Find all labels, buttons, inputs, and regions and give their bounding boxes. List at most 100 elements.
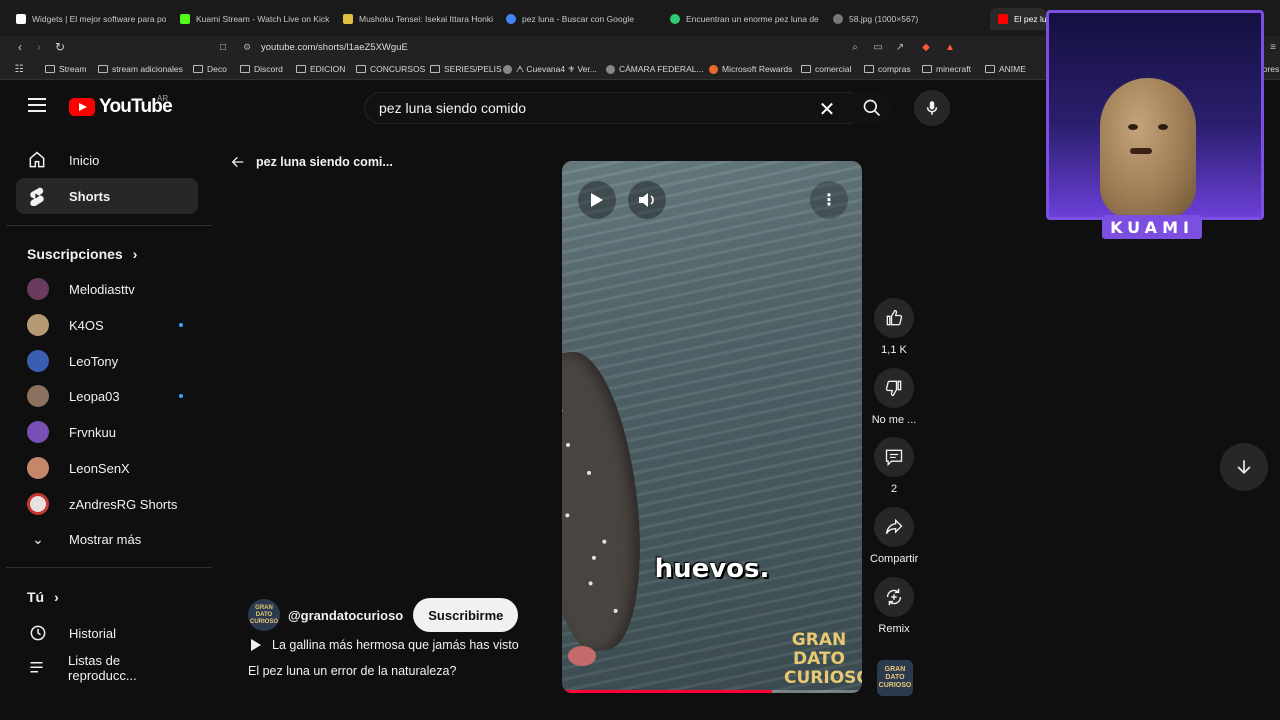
bookmark-label: Deco xyxy=(207,64,227,74)
tab-title: pez luna - Buscar con Google xyxy=(522,14,634,24)
video-title[interactable]: El pez luna un error de la naturaleza? xyxy=(248,664,456,678)
bookmark-item[interactable]: Stream xyxy=(45,63,86,75)
arrow-down-icon xyxy=(1237,460,1251,475)
comment-icon xyxy=(885,449,903,467)
browser-tab-active[interactable]: El pez lun xyxy=(990,8,1046,30)
fish-mouth xyxy=(568,646,596,666)
search-button[interactable] xyxy=(852,92,892,124)
bookmark-item[interactable]: compras xyxy=(864,63,911,75)
share-arrow-icon xyxy=(885,518,903,534)
subscription-item[interactable]: Frvnkuu xyxy=(27,420,187,444)
channel-avatar[interactable]: GRAN DATO CURIOSO xyxy=(248,599,280,631)
video-progress-bar[interactable] xyxy=(562,690,862,693)
sidebar-item-historial[interactable]: Historial xyxy=(27,621,187,645)
bookmark-item[interactable]: minecraft xyxy=(922,63,971,75)
sidebar-divider xyxy=(6,567,212,568)
menu-icon[interactable]: ≡ xyxy=(1266,40,1280,54)
share-button[interactable]: Compartir xyxy=(870,507,918,565)
show-more-button[interactable]: ⌄ Mostrar más xyxy=(27,527,187,551)
back-nav-icon[interactable]: ‹ xyxy=(12,39,28,55)
youtube-favicon-icon xyxy=(998,14,1008,24)
bookmark-item[interactable]: CÁMARA FEDERAL... xyxy=(606,63,704,75)
voice-search-button[interactable] xyxy=(914,90,950,126)
channel-name[interactable]: @grandatocurioso xyxy=(288,608,403,623)
bookmark-icon[interactable]: □ xyxy=(215,39,231,55)
subscription-item[interactable]: K4OS xyxy=(27,313,187,337)
folder-icon xyxy=(356,65,366,73)
related-playlist-link[interactable]: La gallina más hermosa que jamás has vis… xyxy=(250,638,519,652)
browser-tab[interactable]: pez luna - Buscar con Google xyxy=(506,8,656,30)
bookmark-item[interactable]: CONCURSOS xyxy=(356,63,425,75)
browser-tab[interactable]: Mushoku Tensei: Isekai Ittara Honki xyxy=(343,8,493,30)
play-button[interactable] xyxy=(578,181,616,219)
subscription-name: Leopa03 xyxy=(69,388,120,404)
rewards-icon[interactable]: ▲ xyxy=(943,40,957,54)
sidebar-item-label: Historial xyxy=(69,625,116,641)
dislike-button[interactable]: No me ... xyxy=(870,368,918,426)
more-options-button[interactable]: ⋮ xyxy=(810,181,848,219)
subscription-item[interactable]: LeonSenX xyxy=(27,456,187,480)
sidebar-item-inicio[interactable]: Inicio xyxy=(16,142,198,178)
back-to-results[interactable]: pez luna siendo comi... xyxy=(230,154,393,170)
sidebar-item-shorts[interactable]: Shorts xyxy=(16,178,198,214)
subscriptions-header[interactable]: Suscripciones › xyxy=(27,246,137,262)
subscription-item[interactable]: Leopa03 xyxy=(27,384,187,408)
bookmark-label: minecraft xyxy=(936,64,971,74)
site-info-icon[interactable]: ⚙ xyxy=(243,42,253,52)
sidebar: Inicio Shorts Suscripciones › Melodiasttv… xyxy=(0,136,215,720)
bookmark-item[interactable]: SERIES/PELIS xyxy=(430,63,502,75)
home-icon xyxy=(26,150,48,170)
subscription-item[interactable]: zAndresRG Shorts xyxy=(27,492,187,516)
guide-menu-icon[interactable] xyxy=(28,98,46,112)
zoom-icon[interactable]: ⌕ xyxy=(848,40,862,54)
shorts-video-player[interactable]: ⋮ huevos. GRAN DATO CURIOSO xyxy=(562,161,862,693)
subscription-item[interactable]: LeoTony xyxy=(27,349,187,373)
browser-tab[interactable]: Widgets | El mejor software para po xyxy=(16,8,166,30)
browser-tab[interactable]: 58.jpg (1000×567) xyxy=(833,8,983,30)
subscription-item[interactable]: Melodiasttv xyxy=(27,277,187,301)
bookmark-item[interactable]: stream adicionales xyxy=(98,63,183,75)
next-video-button[interactable] xyxy=(1220,443,1268,491)
forward-nav-icon[interactable]: › xyxy=(31,39,47,55)
play-icon xyxy=(591,193,603,207)
subscription-name: LeoTony xyxy=(69,353,119,369)
bookmark-item[interactable]: ANIME xyxy=(985,63,1026,75)
browser-tab[interactable]: Kuami Stream - Watch Live on Kick xyxy=(180,8,330,30)
comments-button[interactable]: 2 xyxy=(870,437,918,495)
reload-icon[interactable]: ↻ xyxy=(52,39,68,55)
folder-icon xyxy=(922,65,932,73)
clear-search-icon[interactable]: ✕ xyxy=(816,98,838,121)
bookmark-label: CÁMARA FEDERAL... xyxy=(619,64,704,74)
bookmark-item[interactable]: Deco xyxy=(193,63,227,75)
bookmark-item[interactable]: Discord xyxy=(240,63,283,75)
remix-button[interactable]: Remix xyxy=(870,577,918,635)
bookmark-item[interactable]: Microsoft Rewards xyxy=(709,63,792,75)
shorts-icon xyxy=(26,186,48,206)
brave-shield-icon[interactable]: ◆ xyxy=(919,40,933,54)
microphone-icon xyxy=(926,101,938,115)
bookmark-item[interactable]: ᗅ Cuevana4 ⚜ Ver... xyxy=(503,63,597,75)
volume-button[interactable] xyxy=(628,181,666,219)
channel-thumbnail[interactable]: GRAN DATO CURIOSO xyxy=(877,660,913,696)
bookmark-item[interactable]: comercial xyxy=(801,63,851,75)
screen-icon[interactable]: ▭ xyxy=(871,40,885,54)
sidebar-item-playlists[interactable]: Listas de reproducc... xyxy=(27,653,187,683)
subscribe-button[interactable]: Suscribirme xyxy=(413,598,519,632)
comments-circle xyxy=(874,437,914,477)
remix-label: Remix xyxy=(878,623,910,635)
back-label: pez luna siendo comi... xyxy=(256,155,393,169)
bookmark-label: Discord xyxy=(254,64,283,74)
sidebar-item-label: Inicio xyxy=(69,152,100,168)
like-count: 1,1 K xyxy=(881,344,907,356)
globe-favicon-icon xyxy=(833,14,843,24)
youtube-logo[interactable]: YouTube AR xyxy=(69,94,173,118)
you-header[interactable]: Tú › xyxy=(27,589,59,605)
share-icon[interactable]: ↗ xyxy=(893,40,907,54)
bookmark-label: stream adicionales xyxy=(112,64,183,74)
bookmark-label: SERIES/PELIS xyxy=(444,64,502,74)
search-input[interactable]: pez luna siendo comido xyxy=(364,92,854,124)
apps-grid-icon[interactable]: ☷ xyxy=(11,61,27,77)
bookmark-item[interactable]: EDICION xyxy=(296,63,345,75)
like-button[interactable]: 1,1 K xyxy=(870,298,918,356)
browser-tab[interactable]: Encuentran un enorme pez luna de xyxy=(670,8,820,30)
